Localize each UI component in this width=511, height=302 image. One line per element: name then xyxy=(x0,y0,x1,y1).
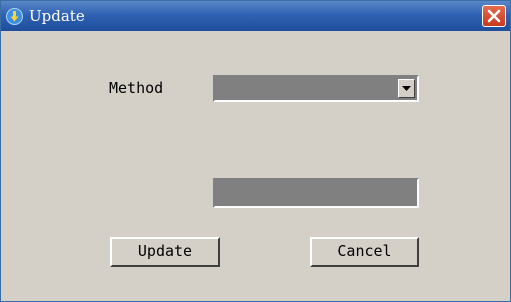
method-dropdown[interactable] xyxy=(213,75,419,102)
close-button[interactable] xyxy=(482,5,506,27)
close-icon xyxy=(487,9,501,23)
cancel-button[interactable]: Cancel xyxy=(310,237,419,267)
window-title: Update xyxy=(29,7,85,25)
title-bar[interactable]: Update xyxy=(1,1,510,31)
value-input[interactable] xyxy=(213,178,419,208)
update-dialog: Update Method Update Cancel xyxy=(0,0,511,302)
method-label: Method xyxy=(109,79,164,97)
chevron-down-icon xyxy=(402,86,411,91)
dropdown-button[interactable] xyxy=(398,79,415,98)
update-button[interactable]: Update xyxy=(110,237,220,267)
update-arrow-icon xyxy=(6,8,23,25)
